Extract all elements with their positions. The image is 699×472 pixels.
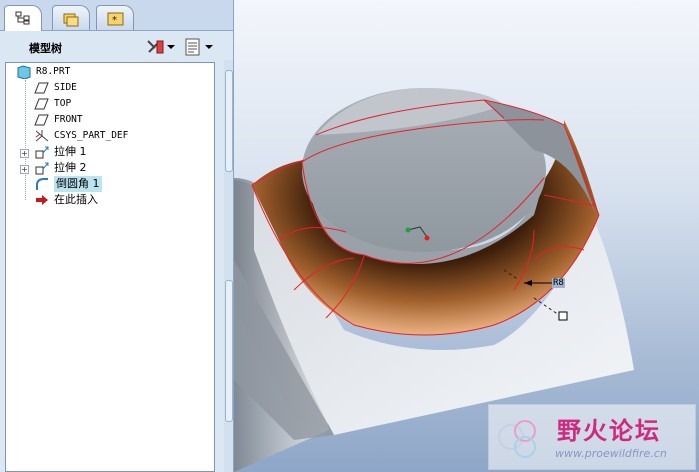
extrude-icon [35, 162, 49, 175]
round-icon [36, 178, 48, 190]
favorites-folder-icon: * [107, 12, 124, 26]
chevron-down-icon [167, 45, 175, 49]
expand-toggle[interactable]: + [20, 165, 29, 174]
tree-filter-dropdown[interactable] [183, 38, 215, 56]
folder-icon [63, 13, 79, 27]
sash-handle[interactable] [225, 70, 233, 172]
part-model [234, 88, 634, 472]
datum-plane-icon [34, 82, 49, 94]
navigator-tab-strip: * [0, 0, 233, 31]
graphics-viewport[interactable]: R8 野火论坛 www.proewildfire.cn [234, 0, 699, 472]
watermark: 野火论坛 www.proewildfire.cn [488, 404, 696, 470]
expand-toggle[interactable]: + [20, 149, 29, 158]
watermark-url: www.proewildfire.cn [555, 447, 667, 460]
datum-plane-icon [34, 114, 49, 126]
part-icon [17, 65, 31, 79]
chevron-down-icon [205, 45, 213, 49]
panel-title: 模型树 [29, 42, 62, 55]
csys-icon [35, 130, 49, 142]
model-tree: R8.PRT SIDE TOP FRONT CSYS_PART_DEF + 拉伸… [5, 62, 215, 472]
list-icon [185, 38, 200, 56]
dimension-label[interactable]: R8 [552, 278, 565, 288]
sash-handle[interactable] [225, 280, 233, 422]
extrude-icon [35, 146, 49, 159]
datum-plane-icon [34, 98, 49, 110]
panel-sash[interactable] [224, 60, 233, 472]
tab-folder-browser[interactable] [52, 5, 90, 30]
tab-model-tree[interactable] [4, 5, 42, 31]
model-tree-icon [15, 11, 30, 25]
tools-icon [147, 40, 164, 54]
tree-connector [25, 80, 26, 200]
drag-handle[interactable] [558, 311, 568, 321]
tab-favorites[interactable]: * [96, 5, 134, 30]
watermark-text: 野火论坛 [557, 417, 661, 445]
insert-here-arrow-icon [36, 195, 48, 205]
panel-header: 模型树 [0, 31, 233, 61]
navigator-panel: * 模型树 R8.PRT SIDE TOP FRONT CSYS_PART_DE… [0, 0, 234, 472]
watermark-logo [498, 420, 536, 458]
svg-text:*: * [112, 15, 117, 26]
settings-dropdown[interactable] [145, 38, 177, 56]
